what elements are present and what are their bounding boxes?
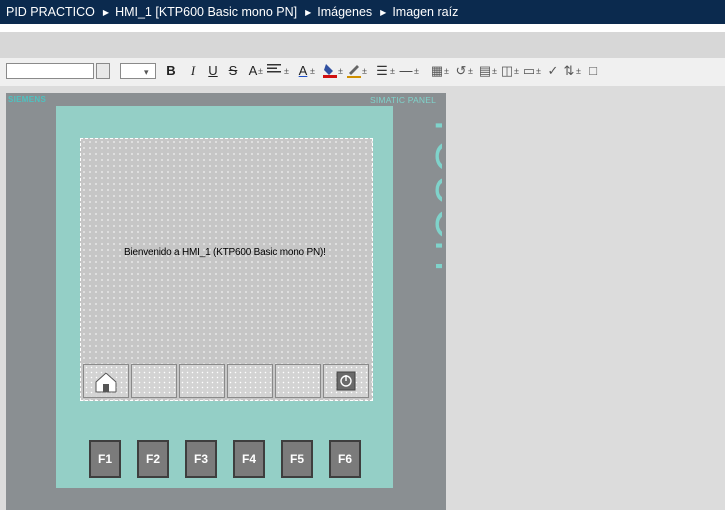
- font-picker-icon[interactable]: [96, 63, 110, 79]
- font-family-input[interactable]: [6, 63, 94, 79]
- line-style-icon[interactable]: ☰: [374, 62, 390, 80]
- power-icon: [336, 371, 356, 391]
- line-width-icon[interactable]: —: [398, 62, 414, 80]
- dropdown-icon[interactable]: ±: [362, 62, 367, 80]
- dropdown-icon[interactable]: ±: [338, 62, 343, 80]
- breadcrumb-item-root-image[interactable]: Imagen raíz: [392, 5, 458, 19]
- softkey[interactable]: [179, 364, 225, 398]
- hmi-screen[interactable]: [80, 138, 373, 401]
- dropdown-icon[interactable]: ±: [284, 62, 289, 80]
- breadcrumb-item-hmi[interactable]: HMI_1 [KTP600 Basic mono PN]: [115, 5, 297, 19]
- separator-band: [0, 24, 725, 32]
- function-key-f2[interactable]: F2: [137, 440, 169, 478]
- panel-label: SIMATIC PANEL: [370, 95, 437, 105]
- softkey[interactable]: [227, 364, 273, 398]
- dropdown-icon[interactable]: ±: [444, 62, 449, 80]
- fill-color-icon[interactable]: [322, 62, 338, 80]
- dropdown-icon[interactable]: ±: [390, 62, 395, 80]
- breadcrumb: PID PRACTICO ▶ HMI_1 [KTP600 Basic mono PN…: [0, 0, 725, 24]
- distribute-icon[interactable]: ▤: [478, 62, 492, 80]
- align-icon[interactable]: ▦: [430, 62, 444, 80]
- rotate-icon[interactable]: ↺: [454, 62, 468, 80]
- dropdown-icon[interactable]: ±: [468, 62, 473, 80]
- function-key-f5[interactable]: F5: [281, 440, 313, 478]
- softkey[interactable]: [275, 364, 321, 398]
- strikethrough-button[interactable]: S: [226, 62, 240, 80]
- function-key-f4[interactable]: F4: [233, 440, 265, 478]
- dropdown-icon[interactable]: ±: [492, 62, 497, 80]
- breadcrumb-item-project[interactable]: PID PRACTICO: [0, 0, 95, 24]
- order-icon[interactable]: ▭: [522, 62, 536, 80]
- dropdown-icon[interactable]: ±: [514, 62, 519, 80]
- touch-label: TOUCH: [426, 112, 442, 273]
- text-color-button[interactable]: A: [296, 62, 310, 80]
- line-color-icon[interactable]: [346, 62, 362, 80]
- function-key-f6[interactable]: F6: [329, 440, 361, 478]
- welcome-text[interactable]: Bienvenido a HMI_1 (KTP600 Basic mono PN…: [124, 247, 326, 258]
- equal-width-icon[interactable]: ◫: [500, 62, 514, 80]
- dropdown-icon[interactable]: ±: [258, 62, 263, 80]
- chevron-down-icon[interactable]: ▾: [144, 63, 149, 81]
- zoom-icon[interactable]: □: [586, 62, 600, 80]
- dropdown-icon[interactable]: ±: [414, 62, 419, 80]
- chevron-right-icon: ▶: [305, 8, 312, 17]
- home-softkey[interactable]: [83, 364, 129, 398]
- format-painter-icon[interactable]: ✓: [546, 62, 560, 80]
- editor-header-bar: [0, 32, 725, 58]
- exit-softkey[interactable]: [323, 364, 369, 398]
- home-icon: [95, 372, 117, 393]
- chevron-right-icon: ▶: [380, 8, 387, 17]
- font-size-select[interactable]: [120, 63, 156, 79]
- italic-button[interactable]: I: [186, 62, 200, 80]
- breadcrumb-item-images[interactable]: Imágenes: [317, 5, 372, 19]
- chevron-right-icon: ▶: [102, 8, 110, 17]
- dropdown-icon[interactable]: ±: [310, 62, 315, 80]
- align-text-icon[interactable]: [266, 62, 282, 80]
- function-key-f1[interactable]: F1: [89, 440, 121, 478]
- underline-button[interactable]: U: [206, 62, 220, 80]
- touch-label-text: TOUCH: [426, 112, 442, 273]
- layer-icon[interactable]: ⇅: [562, 62, 576, 80]
- brand-logo: SIEMENS: [8, 95, 47, 104]
- format-toolbar: ▾ B I U S A ± ± A ± ± ± ☰ ± — ± ▦ ± ↺ ± …: [0, 58, 725, 87]
- dropdown-icon[interactable]: ±: [536, 62, 541, 80]
- function-key-f3[interactable]: F3: [185, 440, 217, 478]
- softkey[interactable]: [131, 364, 177, 398]
- dropdown-icon[interactable]: ±: [576, 62, 581, 80]
- bold-button[interactable]: B: [164, 62, 178, 80]
